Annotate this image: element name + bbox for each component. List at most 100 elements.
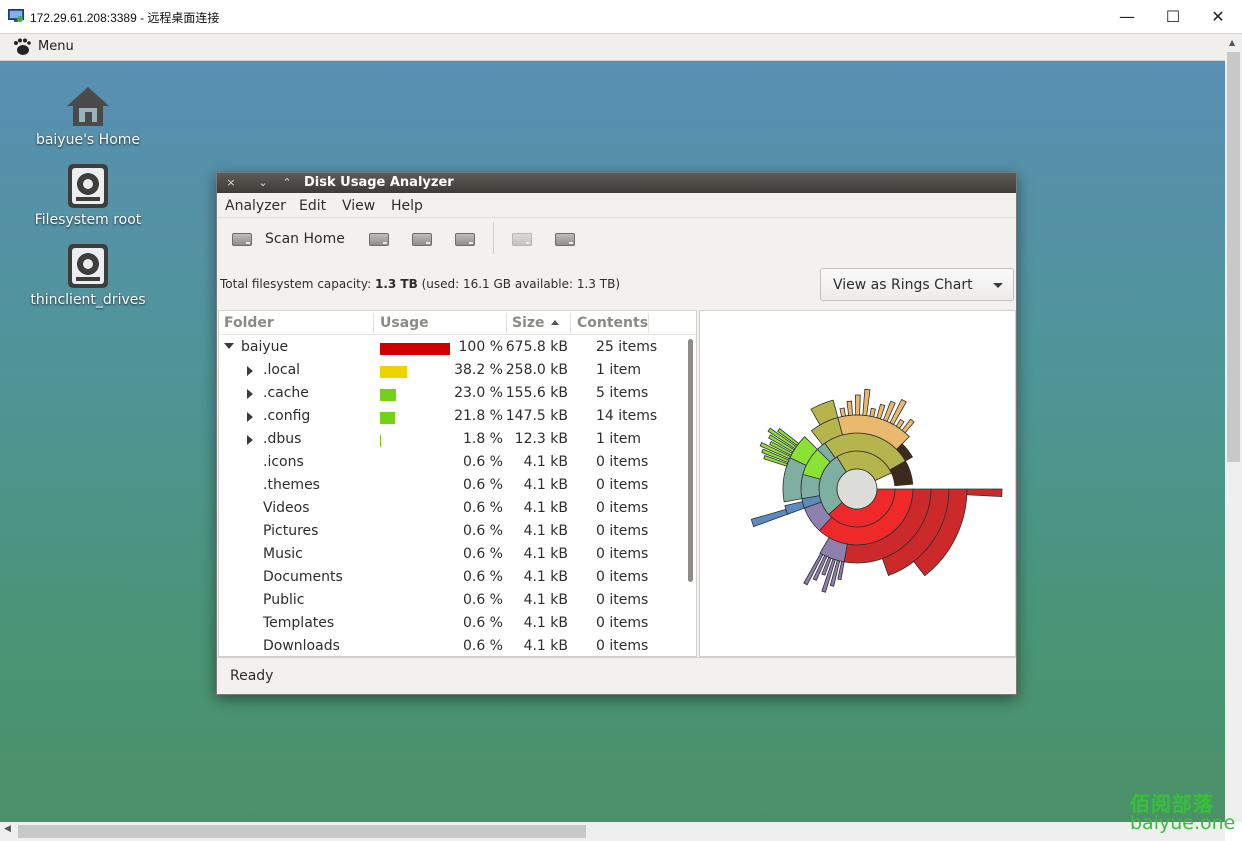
rdp-vertical-scrollbar-thumb[interactable] bbox=[1227, 52, 1240, 462]
usage-bar bbox=[380, 412, 395, 424]
tree-scrollbar-thumb[interactable] bbox=[688, 339, 693, 582]
scan-home-button[interactable]: Scan Home bbox=[265, 231, 345, 247]
desktop-icon-home[interactable]: baiyue's Home bbox=[18, 84, 158, 148]
tree-row[interactable]: baiyue 100 % 675.8 kB 25 items bbox=[219, 336, 684, 359]
expander-closed-icon[interactable] bbox=[247, 412, 253, 422]
usage-bar bbox=[380, 343, 450, 355]
folder-contents: 25 items bbox=[596, 339, 658, 355]
window-minimize-button[interactable]: ⌄ bbox=[255, 175, 271, 191]
tree-row[interactable]: .cache 23.0 % 155.6 kB 5 items bbox=[219, 382, 684, 405]
folder-contents: 0 items bbox=[596, 454, 649, 470]
folder-size: 4.1 kB bbox=[523, 569, 568, 585]
rdp-maximize-button[interactable]: ☐ bbox=[1160, 6, 1186, 28]
scroll-up-icon[interactable]: ▲ bbox=[1229, 38, 1235, 47]
menu-view[interactable]: View bbox=[342, 198, 375, 214]
menu-help[interactable]: Help bbox=[391, 198, 423, 214]
ring-blue[interactable] bbox=[750, 508, 788, 528]
window-maximize-button[interactable]: ⌃ bbox=[279, 175, 295, 191]
scroll-left-icon[interactable]: ◀ bbox=[4, 824, 11, 834]
tree-row[interactable]: .dbus 1.8 % 12.3 kB 1 item bbox=[219, 428, 684, 451]
folder-name: Videos bbox=[263, 500, 310, 516]
expander-closed-icon[interactable] bbox=[247, 389, 253, 399]
rdp-horizontal-scrollbar-thumb[interactable] bbox=[18, 825, 586, 838]
ring-orange[interactable] bbox=[862, 388, 871, 417]
folder-size: 155.6 kB bbox=[505, 385, 568, 401]
folder-name: .config bbox=[263, 408, 311, 424]
window-close-button[interactable]: × bbox=[223, 175, 239, 191]
folder-contents: 5 items bbox=[596, 385, 649, 401]
folder-size: 4.1 kB bbox=[523, 546, 568, 562]
folder-size: 12.3 kB bbox=[514, 431, 568, 447]
rescan-icon[interactable] bbox=[554, 231, 576, 249]
rdp-close-button[interactable]: ✕ bbox=[1205, 6, 1231, 28]
usage-bar bbox=[380, 389, 396, 401]
ring-orange[interactable] bbox=[876, 403, 886, 420]
ring-orange[interactable] bbox=[839, 407, 846, 418]
disk-usage-analyzer-window: × ⌄ ⌃ Disk Usage Analyzer Analyzer Edit … bbox=[216, 172, 1017, 695]
tree-row[interactable]: .icons 0.6 % 4.1 kB 0 items bbox=[219, 451, 684, 474]
ring-blue[interactable] bbox=[784, 501, 805, 515]
column-size[interactable]: Size bbox=[512, 315, 545, 331]
scan-home-icon[interactable] bbox=[231, 231, 253, 249]
tree-row[interactable]: Pictures 0.6 % 4.1 kB 0 items bbox=[219, 520, 684, 543]
ring-local[interactable] bbox=[966, 488, 1003, 498]
scan-folder-icon[interactable] bbox=[411, 231, 433, 249]
usage-percent: 23.0 % bbox=[454, 385, 503, 401]
ring-orange[interactable] bbox=[901, 418, 915, 434]
tree-row[interactable]: Templates 0.6 % 4.1 kB 0 items bbox=[219, 612, 684, 635]
tree-row[interactable]: Downloads 0.6 % 4.1 kB 0 items bbox=[219, 635, 684, 656]
column-usage[interactable]: Usage bbox=[380, 315, 429, 331]
scan-filesystem-icon[interactable] bbox=[368, 231, 390, 249]
tree-row[interactable]: .themes 0.6 % 4.1 kB 0 items bbox=[219, 474, 684, 497]
tree-scrollbar[interactable] bbox=[685, 336, 695, 656]
drive-icon bbox=[68, 244, 108, 288]
desktop-icon-thinclient[interactable]: thinclient_drives bbox=[18, 242, 158, 308]
usage-percent: 38.2 % bbox=[454, 362, 503, 378]
expander-closed-icon[interactable] bbox=[247, 435, 253, 445]
tree-row[interactable]: Documents 0.6 % 4.1 kB 0 items bbox=[219, 566, 684, 589]
scan-remote-icon[interactable] bbox=[454, 231, 476, 249]
ring-orange[interactable] bbox=[846, 400, 853, 416]
ring-center[interactable] bbox=[836, 468, 878, 510]
rings-chart[interactable] bbox=[700, 311, 1015, 656]
desktop-icon-filesystem[interactable]: Filesystem root bbox=[18, 162, 158, 228]
menu-analyzer[interactable]: Analyzer bbox=[225, 198, 286, 214]
panel-menu-label[interactable]: Menu bbox=[38, 39, 74, 54]
tree-row[interactable]: .config 21.8 % 147.5 kB 14 items bbox=[219, 405, 684, 428]
stop-scan-icon[interactable] bbox=[511, 231, 533, 249]
expander-open-icon[interactable] bbox=[224, 343, 234, 349]
ring-orange[interactable] bbox=[854, 394, 861, 416]
folder-size: 4.1 kB bbox=[523, 638, 568, 654]
desktop-icon-label: thinclient_drives bbox=[30, 292, 146, 308]
watermark-logo: 佰阅部落 baiyue.one bbox=[1128, 788, 1242, 838]
app-titlebar[interactable]: × ⌄ ⌃ Disk Usage Analyzer bbox=[217, 173, 1016, 193]
tree-row[interactable]: .local 38.2 % 258.0 kB 1 item bbox=[219, 359, 684, 382]
ring-orange[interactable] bbox=[895, 418, 905, 429]
expander-closed-icon[interactable] bbox=[247, 366, 253, 376]
rdp-horizontal-scrollbar[interactable]: ◀ bbox=[0, 822, 1225, 841]
rdp-minimize-button[interactable]: — bbox=[1114, 6, 1140, 28]
menu-edit[interactable]: Edit bbox=[299, 198, 326, 214]
column-contents[interactable]: Contents bbox=[577, 315, 648, 331]
rdp-vertical-scrollbar[interactable]: ▲ bbox=[1225, 34, 1242, 822]
capacity-label: Total filesystem capacity: 1.3 TB (used:… bbox=[220, 277, 620, 291]
ring-orange[interactable] bbox=[869, 407, 876, 418]
column-folder[interactable]: Folder bbox=[224, 315, 274, 331]
usage-bar bbox=[380, 435, 381, 447]
toolbar-separator bbox=[493, 222, 494, 254]
rdp-window-title: 172.29.61.208:3389 - 远程桌面连接 bbox=[30, 11, 220, 25]
folder-size: 4.1 kB bbox=[523, 523, 568, 539]
tree-row[interactable]: Videos 0.6 % 4.1 kB 0 items bbox=[219, 497, 684, 520]
usage-percent: 0.6 % bbox=[462, 523, 503, 539]
tree-row[interactable]: Public 0.6 % 4.1 kB 0 items bbox=[219, 589, 684, 612]
rings-chart-pane[interactable] bbox=[699, 310, 1016, 657]
folder-size: 4.1 kB bbox=[523, 477, 568, 493]
tree-row[interactable]: Music 0.6 % 4.1 kB 0 items bbox=[219, 543, 684, 566]
usage-percent: 0.6 % bbox=[462, 615, 503, 631]
view-as-dropdown[interactable]: View as Rings Chart bbox=[820, 268, 1014, 301]
app-title: Disk Usage Analyzer bbox=[304, 175, 454, 190]
home-icon bbox=[67, 87, 109, 126]
top-panel: Menu bbox=[0, 34, 1225, 61]
usage-percent: 0.6 % bbox=[462, 569, 503, 585]
gnome-foot-icon[interactable] bbox=[12, 38, 32, 56]
